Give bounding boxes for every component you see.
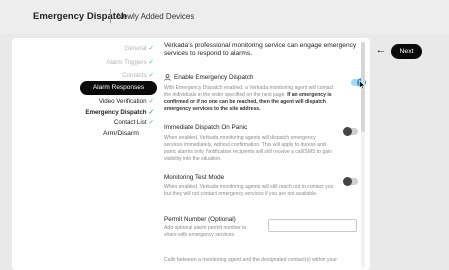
step-contacts[interactable]: Contacts ✓ [122,71,154,79]
enable-dispatch-label: Enable Emergency Dispatch [174,74,254,82]
intro-text: Verkada's professional monitoring servic… [164,42,357,58]
step-general[interactable]: General ✓ [125,44,154,52]
step-arm-disarm[interactable]: Arm/Disarm [103,130,139,137]
check-icon: ✓ [148,109,154,116]
immediate-dispatch-desc: When enabled, Verkada monitoring agents … [164,135,333,162]
next-button[interactable]: Next [391,44,422,59]
toggle-knob [343,127,352,136]
immediate-dispatch-title: Immediate Dispatch On Panic [164,124,248,131]
settings-content: Verkada's professional monitoring servic… [164,38,366,270]
step-general-label: General [124,45,147,52]
check-icon: ✓ [148,98,154,105]
step-alarm-responses[interactable]: Alarm Responses [80,81,157,95]
enable-dispatch-title: Enable Emergency Dispatch [164,74,253,81]
test-mode-desc: When enabled, Verkada monitoring agents … [164,184,334,197]
mouse-cursor-icon [359,80,366,90]
step-contacts-label: Contacts [122,72,147,79]
step-contact-list[interactable]: Contact List ✓ [114,118,154,126]
step-navigation: General ✓ Alarm Triggers ✓ Contacts ✓ Alarm… [12,38,162,270]
immediate-dispatch-toggle[interactable] [343,127,358,136]
title-divider [110,9,111,23]
check-icon: ✓ [148,45,154,52]
check-icon: ✓ [148,72,154,79]
permit-desc: Add optional alarm permit number to shar… [164,225,247,238]
dispatch-icon [164,74,171,81]
content-scrollbar[interactable] [361,42,365,268]
back-arrow-icon[interactable]: ← [375,44,387,56]
step-alarm-triggers-label: Alarm Triggers [106,59,147,66]
step-emergency-dispatch-label: Emergency Dispatch [85,109,147,116]
test-mode-title: Monitoring Test Mode [164,174,225,181]
footer-note: Calls between a monitoring agent and the… [164,257,338,263]
enable-dispatch-desc: With Emergency Dispatch enabled, a Verka… [164,85,334,113]
check-icon: ✓ [148,59,154,66]
settings-card: General ✓ Alarm Triggers ✓ Contacts ✓ Alarm… [12,38,370,270]
permit-title: Permit Number (Optional) [164,216,236,223]
step-emergency-dispatch[interactable]: Emergency Dispatch ✓ [85,108,154,116]
page-title: Emergency Dispatch [33,11,127,22]
header-bar: Emergency Dispatch Newly Added Devices [0,0,449,34]
test-mode-toggle[interactable] [343,177,358,186]
step-alarm-triggers[interactable]: Alarm Triggers ✓ [106,58,154,66]
step-video-verification-label: Video Verification [98,98,147,105]
check-icon: ✓ [148,119,154,126]
permit-number-input[interactable] [268,219,357,232]
step-contact-list-label: Contact List [113,119,147,126]
toggle-knob [343,177,352,186]
page-subtitle: Newly Added Devices [117,12,195,21]
step-video-verification[interactable]: Video Verification ✓ [99,97,154,105]
